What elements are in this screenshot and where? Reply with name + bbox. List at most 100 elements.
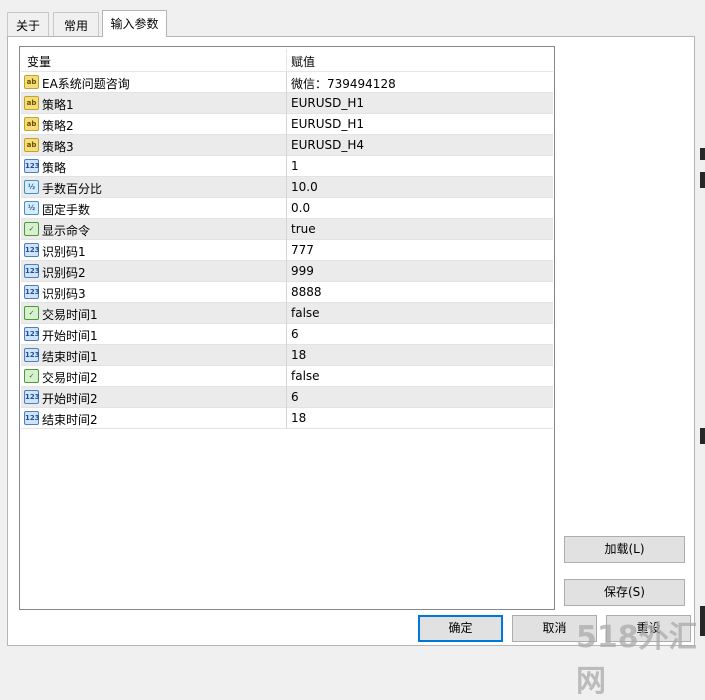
grid-header: 变量 赋值 bbox=[21, 48, 553, 72]
grid-rows: ab EA系统问题咨询 微信：739494128 ab 策略1 EURUSD_H1 ab 策略… bbox=[21, 72, 553, 429]
table-row[interactable]: ab 策略1 EURUSD_H1 bbox=[21, 93, 553, 114]
column-divider bbox=[286, 135, 287, 156]
table-row[interactable]: 123 识别码3 8888 bbox=[21, 282, 553, 303]
variable-name: EA系统问题咨询 bbox=[42, 77, 130, 91]
boolean-type-icon: ✓ bbox=[24, 369, 39, 383]
boolean-type-icon: ✓ bbox=[24, 222, 39, 236]
table-row[interactable]: 123 结束时间2 18 bbox=[21, 408, 553, 429]
table-row[interactable]: ✓ 显示命令 true bbox=[21, 219, 553, 240]
header-variable[interactable]: 变量 bbox=[27, 53, 51, 70]
variable-value[interactable]: 10.0 bbox=[291, 180, 318, 194]
string-type-icon: ab bbox=[24, 117, 39, 131]
variable-name: 策略1 bbox=[42, 98, 74, 112]
variable-name: 手数百分比 bbox=[42, 182, 103, 196]
variable-value[interactable]: 0.0 bbox=[291, 201, 310, 215]
column-divider bbox=[286, 387, 287, 408]
boolean-type-icon: ✓ bbox=[24, 306, 39, 320]
variable-name: 结束时间2 bbox=[42, 413, 98, 427]
column-divider bbox=[286, 72, 287, 93]
column-divider bbox=[286, 282, 287, 303]
ok-button[interactable]: 确定 bbox=[418, 615, 503, 642]
integer-type-icon: 123 bbox=[24, 327, 40, 341]
variable-value[interactable]: 777 bbox=[291, 243, 314, 257]
table-row[interactable]: ab EA系统问题咨询 微信：739494128 bbox=[21, 72, 553, 93]
variable-value[interactable]: EURUSD_H1 bbox=[291, 117, 364, 131]
variable-value[interactable]: 18 bbox=[291, 348, 306, 362]
variable-name: 交易时间1 bbox=[42, 308, 98, 322]
string-type-icon: ab bbox=[24, 138, 39, 152]
variable-name: 识别码3 bbox=[42, 287, 86, 301]
variable-value[interactable]: 999 bbox=[291, 264, 314, 278]
variable-name: 交易时间2 bbox=[42, 371, 98, 385]
tab-bar: 关于 常用 输入参数 bbox=[0, 0, 705, 37]
table-row[interactable]: 123 识别码2 999 bbox=[21, 261, 553, 282]
integer-type-icon: 123 bbox=[24, 243, 40, 257]
load-button[interactable]: 加载(L) bbox=[564, 536, 685, 563]
column-divider bbox=[286, 114, 287, 135]
tab-common[interactable]: 常用 bbox=[53, 12, 99, 36]
column-divider bbox=[286, 303, 287, 324]
variable-value[interactable]: false bbox=[291, 369, 320, 383]
table-row[interactable]: ab 策略2 EURUSD_H1 bbox=[21, 114, 553, 135]
variable-name: 开始时间2 bbox=[42, 392, 98, 406]
table-row[interactable]: 123 开始时间2 6 bbox=[21, 387, 553, 408]
tab-about[interactable]: 关于 bbox=[7, 12, 49, 36]
table-row[interactable]: ✓ 交易时间1 false bbox=[21, 303, 553, 324]
variable-name: 策略3 bbox=[42, 140, 74, 154]
variable-value[interactable]: EURUSD_H4 bbox=[291, 138, 364, 152]
table-row[interactable]: ✓ 交易时间2 false bbox=[21, 366, 553, 387]
integer-type-icon: 123 bbox=[24, 264, 40, 278]
column-divider bbox=[286, 219, 287, 240]
table-row[interactable]: 123 开始时间1 6 bbox=[21, 324, 553, 345]
variable-value[interactable]: 微信：739494128 bbox=[291, 75, 396, 92]
integer-type-icon: 123 bbox=[24, 348, 40, 362]
column-divider bbox=[286, 240, 287, 261]
column-divider bbox=[286, 156, 287, 177]
integer-type-icon: 123 bbox=[24, 159, 40, 173]
double-type-icon: ½ bbox=[24, 180, 39, 194]
variable-value[interactable]: false bbox=[291, 306, 320, 320]
variable-value[interactable]: EURUSD_H1 bbox=[291, 96, 364, 110]
table-row[interactable]: 123 策略 1 bbox=[21, 156, 553, 177]
window-edge bbox=[696, 0, 705, 654]
variable-name: 固定手数 bbox=[42, 203, 91, 217]
variable-name: 显示命令 bbox=[42, 224, 91, 238]
integer-type-icon: 123 bbox=[24, 285, 40, 299]
header-value[interactable]: 赋值 bbox=[291, 53, 315, 70]
integer-type-icon: 123 bbox=[24, 390, 40, 404]
table-row[interactable]: ½ 手数百分比 10.0 bbox=[21, 177, 553, 198]
variable-name: 识别码2 bbox=[42, 266, 86, 280]
save-button[interactable]: 保存(S) bbox=[564, 579, 685, 606]
column-divider bbox=[286, 345, 287, 366]
column-divider bbox=[286, 198, 287, 219]
column-divider bbox=[286, 324, 287, 345]
variable-name: 开始时间1 bbox=[42, 329, 98, 343]
variable-value[interactable]: 18 bbox=[291, 411, 306, 425]
parameters-grid[interactable]: 变量 赋值 ab EA系统问题咨询 微信：739494128 ab 策略1 EURUSD_… bbox=[19, 46, 555, 610]
string-type-icon: ab bbox=[24, 96, 39, 110]
integer-type-icon: 123 bbox=[24, 411, 40, 425]
variable-name: 策略 bbox=[42, 161, 67, 175]
table-row[interactable]: 123 结束时间1 18 bbox=[21, 345, 553, 366]
variable-value[interactable]: 6 bbox=[291, 390, 299, 404]
column-divider bbox=[286, 177, 287, 198]
double-type-icon: ½ bbox=[24, 201, 39, 215]
column-divider bbox=[286, 93, 287, 114]
tab-inputs[interactable]: 输入参数 bbox=[102, 10, 167, 37]
table-row[interactable]: 123 识别码1 777 bbox=[21, 240, 553, 261]
column-divider bbox=[286, 408, 287, 429]
variable-value[interactable]: 8888 bbox=[291, 285, 322, 299]
header-divider[interactable] bbox=[286, 49, 287, 71]
variable-name: 识别码1 bbox=[42, 245, 86, 259]
table-row[interactable]: ab 策略3 EURUSD_H4 bbox=[21, 135, 553, 156]
string-type-icon: ab bbox=[24, 75, 39, 89]
variable-name: 策略2 bbox=[42, 119, 74, 133]
variable-value[interactable]: 6 bbox=[291, 327, 299, 341]
site-watermark: 518外汇网 bbox=[576, 620, 699, 699]
variable-value[interactable]: 1 bbox=[291, 159, 299, 173]
variable-name: 结束时间1 bbox=[42, 350, 98, 364]
column-divider bbox=[286, 261, 287, 282]
table-row[interactable]: ½ 固定手数 0.0 bbox=[21, 198, 553, 219]
variable-value[interactable]: true bbox=[291, 222, 316, 236]
column-divider bbox=[286, 366, 287, 387]
